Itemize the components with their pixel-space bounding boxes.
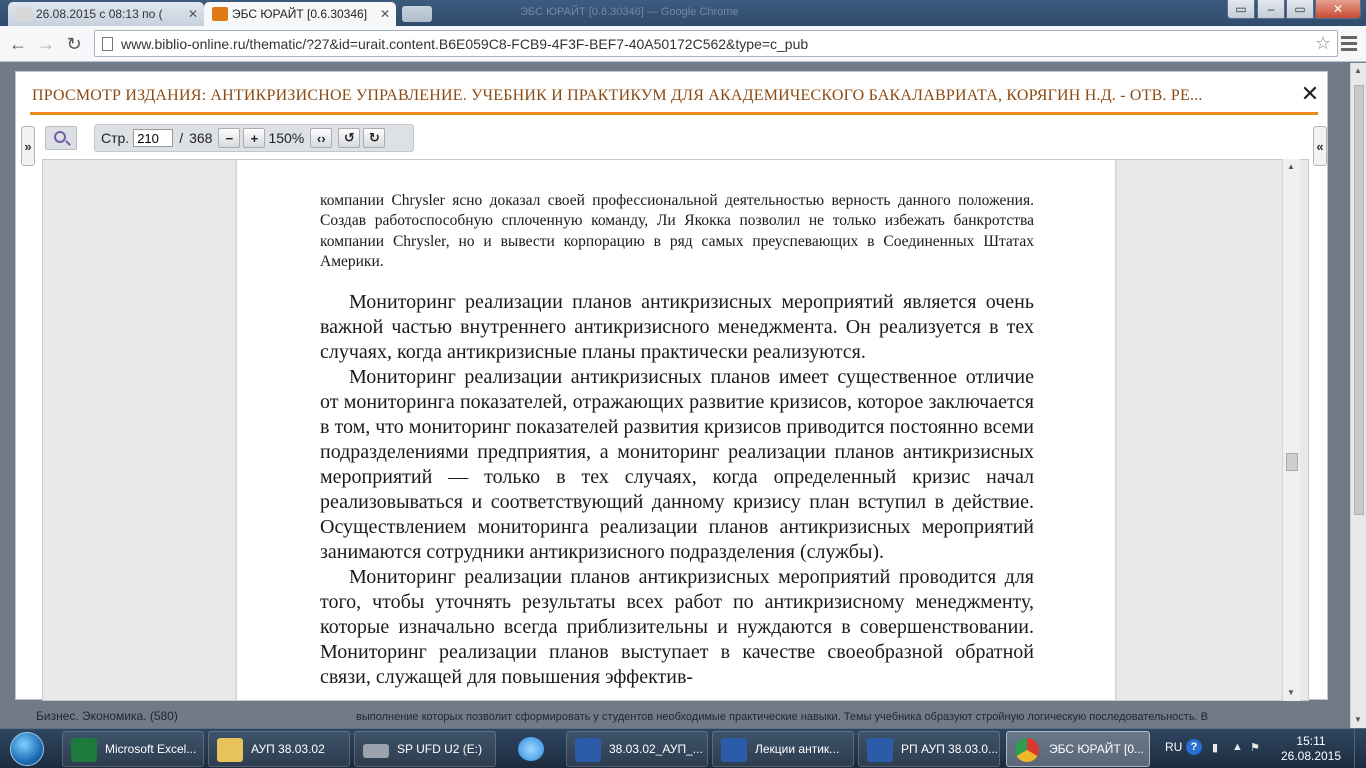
tab-close-icon[interactable]: ✕ [188, 7, 198, 21]
window-title-faint: ЭБС ЮРАЙТ [0.6.30346] — Google Chrome [520, 6, 739, 18]
clock[interactable]: 15:11 26.08.2015 [1278, 734, 1344, 764]
rotate-left-icon[interactable]: ↺ [338, 128, 361, 148]
taskbar-item-usb-drive[interactable]: SP UFD U2 (E:) [354, 731, 496, 767]
rotate-right-icon[interactable]: ↻ [363, 128, 386, 148]
maximize-button[interactable]: ▭ [1286, 0, 1314, 19]
word-icon [867, 738, 893, 762]
folder-icon [217, 738, 243, 762]
start-button[interactable] [4, 729, 50, 768]
page-separator: / [179, 130, 184, 146]
new-tab-button[interactable] [402, 6, 432, 22]
taskbar-item-word-1[interactable]: 38.03.02_АУП_... [566, 731, 708, 767]
tab-close-icon[interactable]: ✕ [380, 7, 390, 21]
page-label: Стр. [101, 130, 130, 146]
page-favicon-icon [16, 7, 32, 21]
chrome-menu-icon[interactable] [1341, 34, 1359, 54]
taskbar-item-chrome[interactable]: ЭБС ЮРАЙТ [0... [1006, 731, 1150, 767]
document-area[interactable]: компании Chrysler ясно доказал своей про… [42, 159, 1309, 701]
minimize-button[interactable]: – [1257, 0, 1285, 19]
publication-viewer-dialog: ПРОСМОТР ИЗДАНИЯ: АНТИКРИЗИСНОЕ УПРАВЛЕН… [15, 71, 1328, 701]
address-bar[interactable]: www.biblio-online.ru/thematic/?27&id=ura… [94, 30, 1338, 57]
viewer-close-button[interactable]: ✕ [1298, 83, 1322, 107]
tab-title: ЭБС ЮРАЙТ [0.6.30346] [232, 7, 368, 21]
search-button[interactable] [45, 126, 77, 150]
background-category-text: Бизнес. Экономика. (580) [36, 709, 178, 723]
scroll-up-arrow-icon[interactable]: ▲ [1354, 66, 1362, 75]
clock-date: 26.08.2015 [1280, 749, 1342, 763]
forward-arrow-icon[interactable]: → [34, 32, 58, 56]
word-icon [575, 738, 601, 762]
show-hidden-icons-icon[interactable]: ▲ [1232, 741, 1243, 753]
zoom-out-icon[interactable]: − [218, 128, 241, 148]
back-arrow-icon[interactable]: ← [6, 32, 30, 56]
show-desktop-button[interactable] [1354, 729, 1364, 768]
browser-tab-inactive[interactable]: 26.08.2015 с 08:13 по ( ✕ [8, 2, 204, 26]
close-window-button[interactable]: ✕ [1315, 0, 1361, 19]
page-icon [102, 37, 113, 51]
internet-explorer-icon [518, 737, 544, 761]
browser-tab-active[interactable]: ЭБС ЮРАЙТ [0.6.30346] ✕ [204, 2, 396, 26]
flag-icon[interactable]: ⚑ [1250, 741, 1260, 754]
system-tray: RU ? ▮ ▲ ⚑ 15:11 26.08.2015 [1158, 729, 1366, 768]
paragraph: Мониторинг реализации планов антикризисн… [320, 566, 1034, 688]
help-icon[interactable]: ? [1186, 739, 1202, 755]
taskbar-item-word-2[interactable]: Лекции антик... [712, 731, 854, 767]
viewer-title: ПРОСМОТР ИЗДАНИЯ: АНТИКРИЗИСНОЕ УПРАВЛЕН… [32, 87, 1203, 104]
paragraph: Мониторинг реализации антикризисных план… [320, 366, 1034, 563]
address-text: www.biblio-online.ru/thematic/?27&id=ura… [121, 35, 809, 52]
network-icon[interactable]: ▮ [1212, 741, 1218, 754]
fit-width-icon[interactable]: ‹› [310, 128, 333, 148]
left-panel-toggle[interactable]: » [21, 126, 35, 166]
user-icon[interactable]: ▭ [1227, 0, 1255, 19]
tab-title: 26.08.2015 с 08:13 по ( [36, 7, 163, 21]
page-body: Мониторинг реализации планов антикризисн… [320, 290, 1034, 690]
scroll-down-arrow-icon[interactable]: ▼ [1354, 715, 1362, 724]
background-description-text: выполнение которых позволит сформировать… [356, 711, 1209, 723]
bookmark-star-icon[interactable]: ☆ [1315, 33, 1331, 54]
browser-toolbar: ← → ↻ www.biblio-online.ru/thematic/?27&… [0, 26, 1366, 62]
right-panel-toggle[interactable]: « [1313, 126, 1327, 166]
quote-block: компании Chrysler ясно доказал своей про… [320, 192, 1034, 271]
scroll-up-arrow-icon[interactable]: ▲ [1287, 162, 1295, 171]
web-page: Бизнес. Экономика. (580) выполнение кото… [0, 63, 1366, 728]
document-scrollbar[interactable]: ▲ ▼ [1282, 159, 1300, 701]
excel-icon [71, 738, 97, 762]
page-scrollbar[interactable]: ▲ ▼ [1350, 63, 1366, 728]
document-scroll-thumb[interactable] [1286, 453, 1298, 471]
clock-time: 15:11 [1296, 734, 1326, 748]
zoom-level: 150% [268, 130, 305, 146]
page-number-input[interactable] [133, 129, 174, 147]
reload-icon[interactable]: ↻ [62, 32, 86, 56]
taskbar-item-internet-explorer[interactable] [504, 731, 560, 767]
browser-tab-strip: 26.08.2015 с 08:13 по ( ✕ ЭБС ЮРАЙТ [0.6… [0, 0, 1366, 26]
page-total: 368 [189, 130, 213, 146]
taskbar-item-word-3[interactable]: РП АУП 38.03.0... [858, 731, 1000, 767]
chrome-icon [1015, 738, 1039, 762]
taskbar-item-excel[interactable]: Microsoft Excel... [62, 731, 204, 767]
word-icon [721, 738, 747, 762]
urait-favicon-icon [212, 7, 228, 21]
language-indicator[interactable]: RU [1165, 740, 1182, 754]
taskbar-item-folder[interactable]: АУП 38.03.02 [208, 731, 350, 767]
usb-drive-icon [363, 744, 389, 758]
book-page: компании Chrysler ясно доказал своей про… [237, 160, 1115, 700]
zoom-in-icon[interactable]: + [243, 128, 266, 148]
page-scroll-thumb[interactable] [1354, 85, 1364, 515]
windows-taskbar: Microsoft Excel... АУП 38.03.02 SP UFD U… [0, 728, 1366, 768]
windows-logo-icon [10, 732, 44, 766]
viewer-controls: Стр. / 368 − + 150% ‹› ↺ ↻ [94, 124, 414, 152]
paragraph: Мониторинг реализации планов антикризисн… [320, 291, 1034, 363]
title-divider [30, 112, 1318, 115]
scroll-down-arrow-icon[interactable]: ▼ [1287, 688, 1295, 697]
